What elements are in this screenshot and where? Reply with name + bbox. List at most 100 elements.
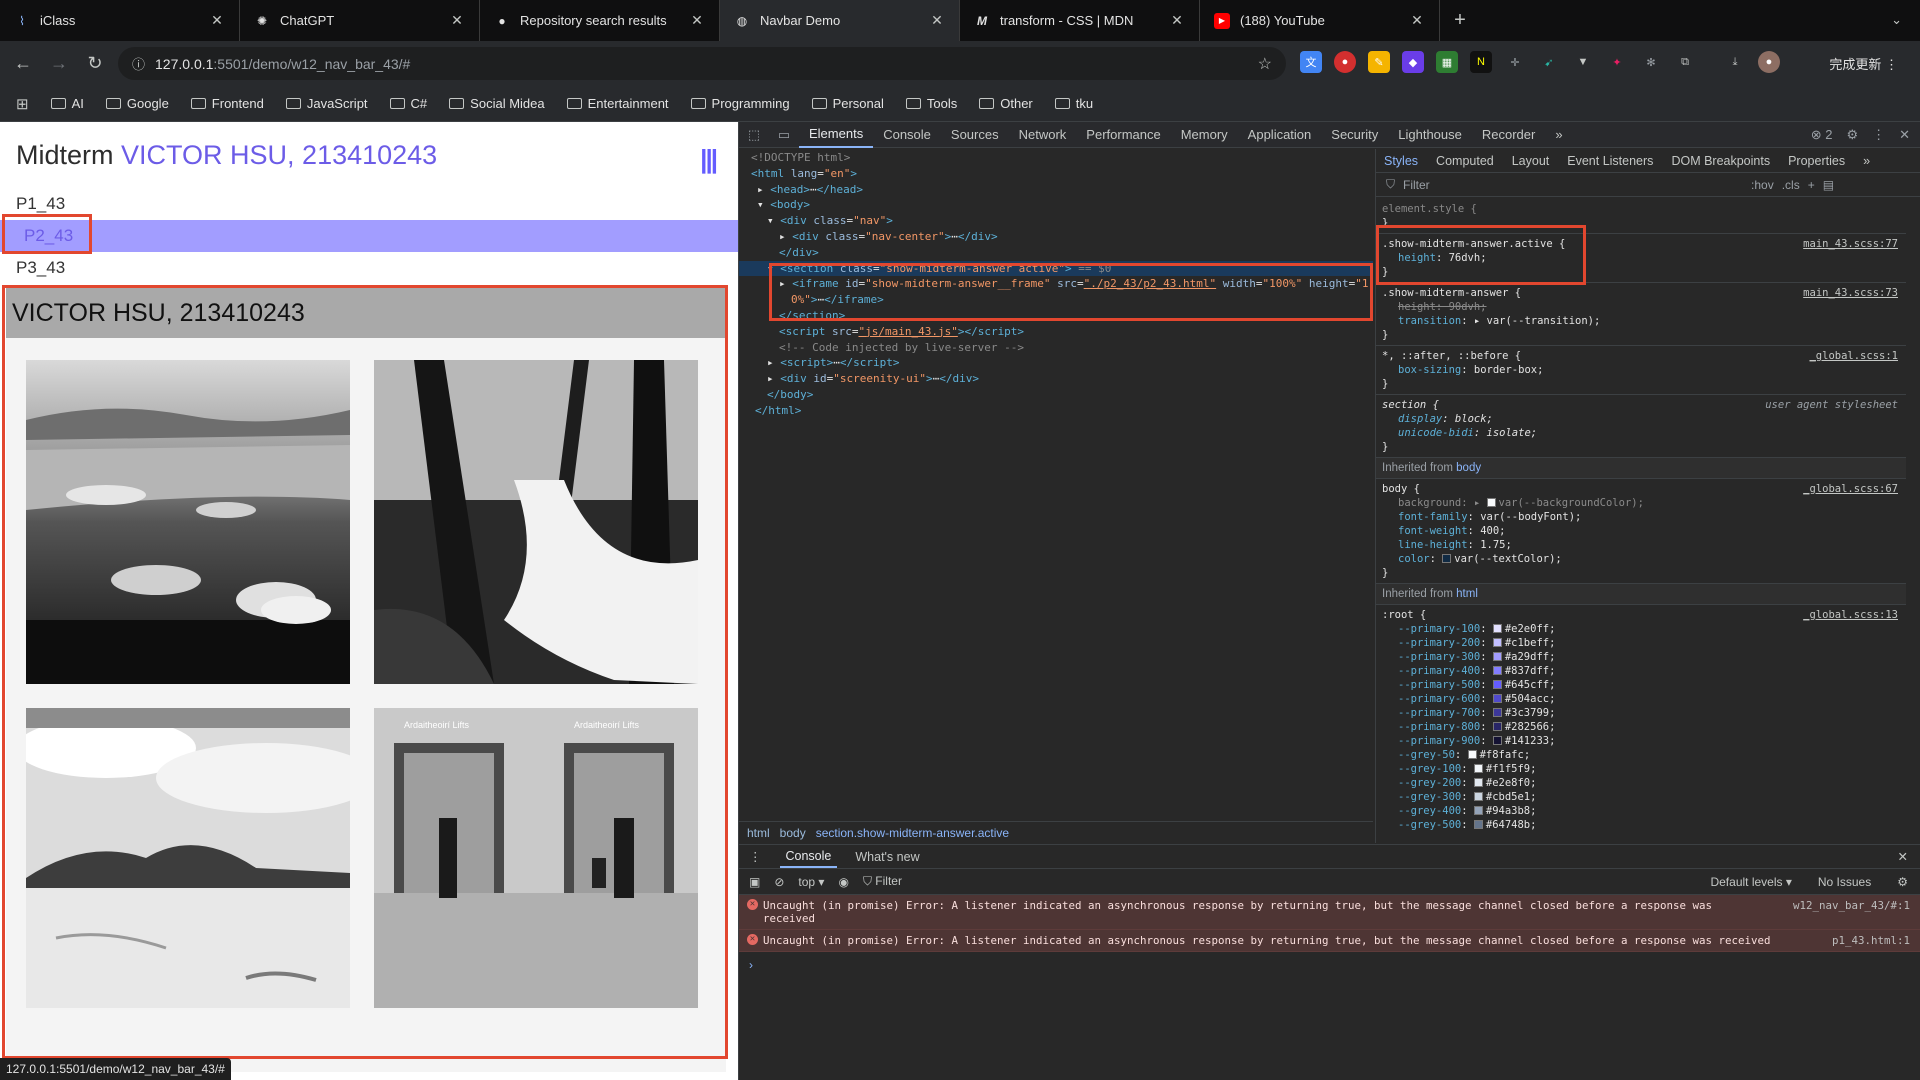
bookmark-folder[interactable]: Google [105,96,169,111]
tab-performance[interactable]: Performance [1076,122,1170,148]
dom-line[interactable]: <!-- Code injected by live-server --> [739,340,1373,356]
css-variable[interactable]: --grey-100: #f1f5f9; [1382,762,1900,776]
tab-recorder[interactable]: Recorder [1472,122,1545,148]
add-rule-icon[interactable]: + [1808,178,1815,192]
css-variable[interactable]: --grey-200: #e2e8f0; [1382,776,1900,790]
tab-properties[interactable]: Properties [1788,154,1845,168]
drawer-tab-whats-new[interactable]: What's new [855,850,919,864]
more-tabs-icon[interactable]: » [1545,122,1572,148]
dom-line[interactable]: <!DOCTYPE html> [739,150,1373,166]
forward-icon[interactable]: → [46,51,72,77]
inspect-element-icon[interactable]: ⬚ [739,127,769,143]
drawer-tab-console[interactable]: Console [779,846,838,868]
issues-label[interactable]: No Issues [1818,875,1871,889]
color-swatch[interactable] [1473,764,1483,773]
issues-counter[interactable]: ⊗ 2 [1811,127,1833,143]
rule-active[interactable]: .show-midterm-answer.active {main_43.scs… [1376,234,1906,283]
breadcrumb-body[interactable]: body [780,826,806,840]
color-swatch[interactable] [1473,820,1483,829]
back-icon[interactable]: ← [10,51,36,77]
bookmark-folder[interactable]: AI [50,96,84,111]
close-icon[interactable]: ✕ [1169,12,1185,29]
crosshair-extension-icon[interactable]: ✛ [1504,51,1526,73]
css-variable[interactable]: --grey-300: #cbd5e1; [1382,790,1900,804]
hov-toggle[interactable]: :hov [1751,178,1774,192]
tab-github[interactable]: ● Repository search results ✕ [480,0,720,41]
dom-line[interactable]: <html lang="en"> [739,166,1373,182]
bug-extension-icon[interactable]: ✻ [1640,51,1662,73]
dom-line[interactable]: ▾ <div class="nav"> [739,213,1373,229]
rule-section-ua[interactable]: section {user agent stylesheet display: … [1376,395,1906,458]
color-swatch[interactable] [1492,624,1502,633]
nav-item-p1[interactable]: P1_43 [0,188,738,220]
dom-line[interactable]: ▸ <iframe id="show-midterm-answer__frame… [739,276,1373,292]
url-text[interactable]: 127.0.0.1:5501/demo/w12_nav_bar_43/# [155,56,410,72]
console-error-row[interactable]: ✕ Uncaught (in promise) Error: A listener… [739,895,1920,930]
reload-icon[interactable]: ↻ [82,51,108,77]
sheet-extension-icon[interactable]: ▦ [1436,51,1458,73]
color-swatch[interactable] [1492,666,1502,675]
bookmark-folder[interactable]: JavaScript [285,96,368,111]
css-variable[interactable]: --primary-900: #141233; [1382,734,1900,748]
dom-line[interactable]: ▸ <script>⋯</script> [739,355,1373,371]
hamburger-menu-icon[interactable]: ||| [700,144,718,175]
color-swatch[interactable] [1492,708,1502,717]
sidebar-toggle-icon[interactable]: ▣ [749,875,760,889]
close-drawer-icon[interactable]: ✕ [1898,849,1908,864]
color-swatch[interactable] [1492,722,1502,731]
notion-extension-icon[interactable]: N [1470,51,1492,73]
download-icon[interactable]: ⤓ [1724,51,1746,73]
update-button[interactable]: 完成更新 ⋮ [1829,54,1898,73]
bookmark-folder[interactable]: Entertainment [566,96,669,111]
close-icon[interactable]: ✕ [209,12,225,29]
tab-computed[interactable]: Computed [1436,154,1494,168]
dom-line[interactable]: ▾ <body> [739,197,1373,213]
settings-gear-icon[interactable]: ⚙ [1846,127,1858,143]
css-variable[interactable]: --primary-800: #282566; [1382,720,1900,734]
tab-iclass[interactable]: ⌇ iClass ✕ [0,0,240,41]
rule-body[interactable]: body {_global.scss:67 background: ▸ var(… [1376,479,1906,584]
dom-line[interactable]: </body> [739,387,1373,403]
more-tabs-icon[interactable]: » [1863,154,1870,168]
bookmark-folder[interactable]: Frontend [190,96,264,111]
tab-elements[interactable]: Elements [799,122,874,148]
console-prompt[interactable]: › [739,952,1920,978]
bookmark-star-icon[interactable]: ☆ [1258,54,1272,74]
live-expression-eye-icon[interactable]: ◉ [838,875,848,889]
color-swatch[interactable] [1492,638,1502,647]
bookmark-folder[interactable]: Social Midea [449,96,545,111]
css-variable[interactable]: --grey-500: #64748b; [1382,818,1900,832]
close-icon[interactable]: ✕ [449,12,465,29]
context-selector[interactable]: top ▾ [798,875,824,889]
rule-element-style[interactable]: element.style {} [1376,199,1906,234]
css-variable[interactable]: --grey-50: #f8fafc; [1382,748,1900,762]
purple-extension-icon[interactable]: ◆ [1402,51,1424,73]
tab-sources[interactable]: Sources [941,122,1009,148]
tab-event-listeners[interactable]: Event Listeners [1567,154,1653,168]
tab-network[interactable]: Network [1009,122,1077,148]
bookmark-folder[interactable]: Tools [905,96,957,111]
close-icon[interactable]: ✕ [929,12,945,29]
device-toolbar-icon[interactable]: ▭ [769,127,799,143]
css-variable[interactable]: --primary-100: #e2e0ff; [1382,622,1900,636]
error-source-link[interactable]: p1_43.html:1 [1832,934,1910,947]
nav-item-p2[interactable]: P2_43 [0,220,738,252]
notes-extension-icon[interactable]: ✎ [1368,51,1390,73]
error-source-link[interactable]: w12_nav_bar_43/#:1 [1793,899,1910,912]
vue-extension-icon[interactable]: ▼ [1572,51,1594,73]
tab-application[interactable]: Application [1238,122,1322,148]
color-swatch[interactable] [1473,806,1483,815]
css-variable[interactable]: --primary-300: #a29dff; [1382,650,1900,664]
color-swatch[interactable] [1467,750,1477,759]
tab-chatgpt[interactable]: ✺ ChatGPT ✕ [240,0,480,41]
bookmark-folder[interactable]: C# [389,96,427,111]
dom-line[interactable]: </div> [739,245,1373,261]
css-variable[interactable]: --primary-400: #837dff; [1382,664,1900,678]
color-swatch[interactable] [1492,736,1502,745]
bookmark-folder[interactable]: Programming [690,96,790,111]
dom-line[interactable]: </html> [739,403,1373,419]
bookmark-folder[interactable]: Personal [811,96,884,111]
new-tab-button[interactable]: + [1440,0,1480,41]
drawer-menu-icon[interactable]: ⋮ [749,849,762,864]
color-swatch[interactable] [1473,778,1483,787]
